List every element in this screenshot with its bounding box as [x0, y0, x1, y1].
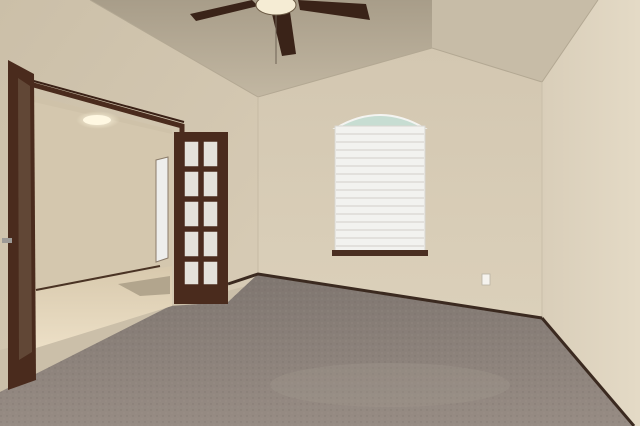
room-photo	[0, 0, 640, 426]
wall-outlet	[481, 273, 491, 286]
hall-side-window	[155, 156, 169, 263]
carpet-vacuum-marks	[270, 363, 510, 407]
french-door-left-glass	[18, 78, 32, 360]
hall-ceiling-light-fixture	[83, 115, 111, 125]
french-door-right	[174, 132, 228, 304]
window-sill	[332, 250, 428, 256]
door-handle-left	[2, 238, 12, 243]
